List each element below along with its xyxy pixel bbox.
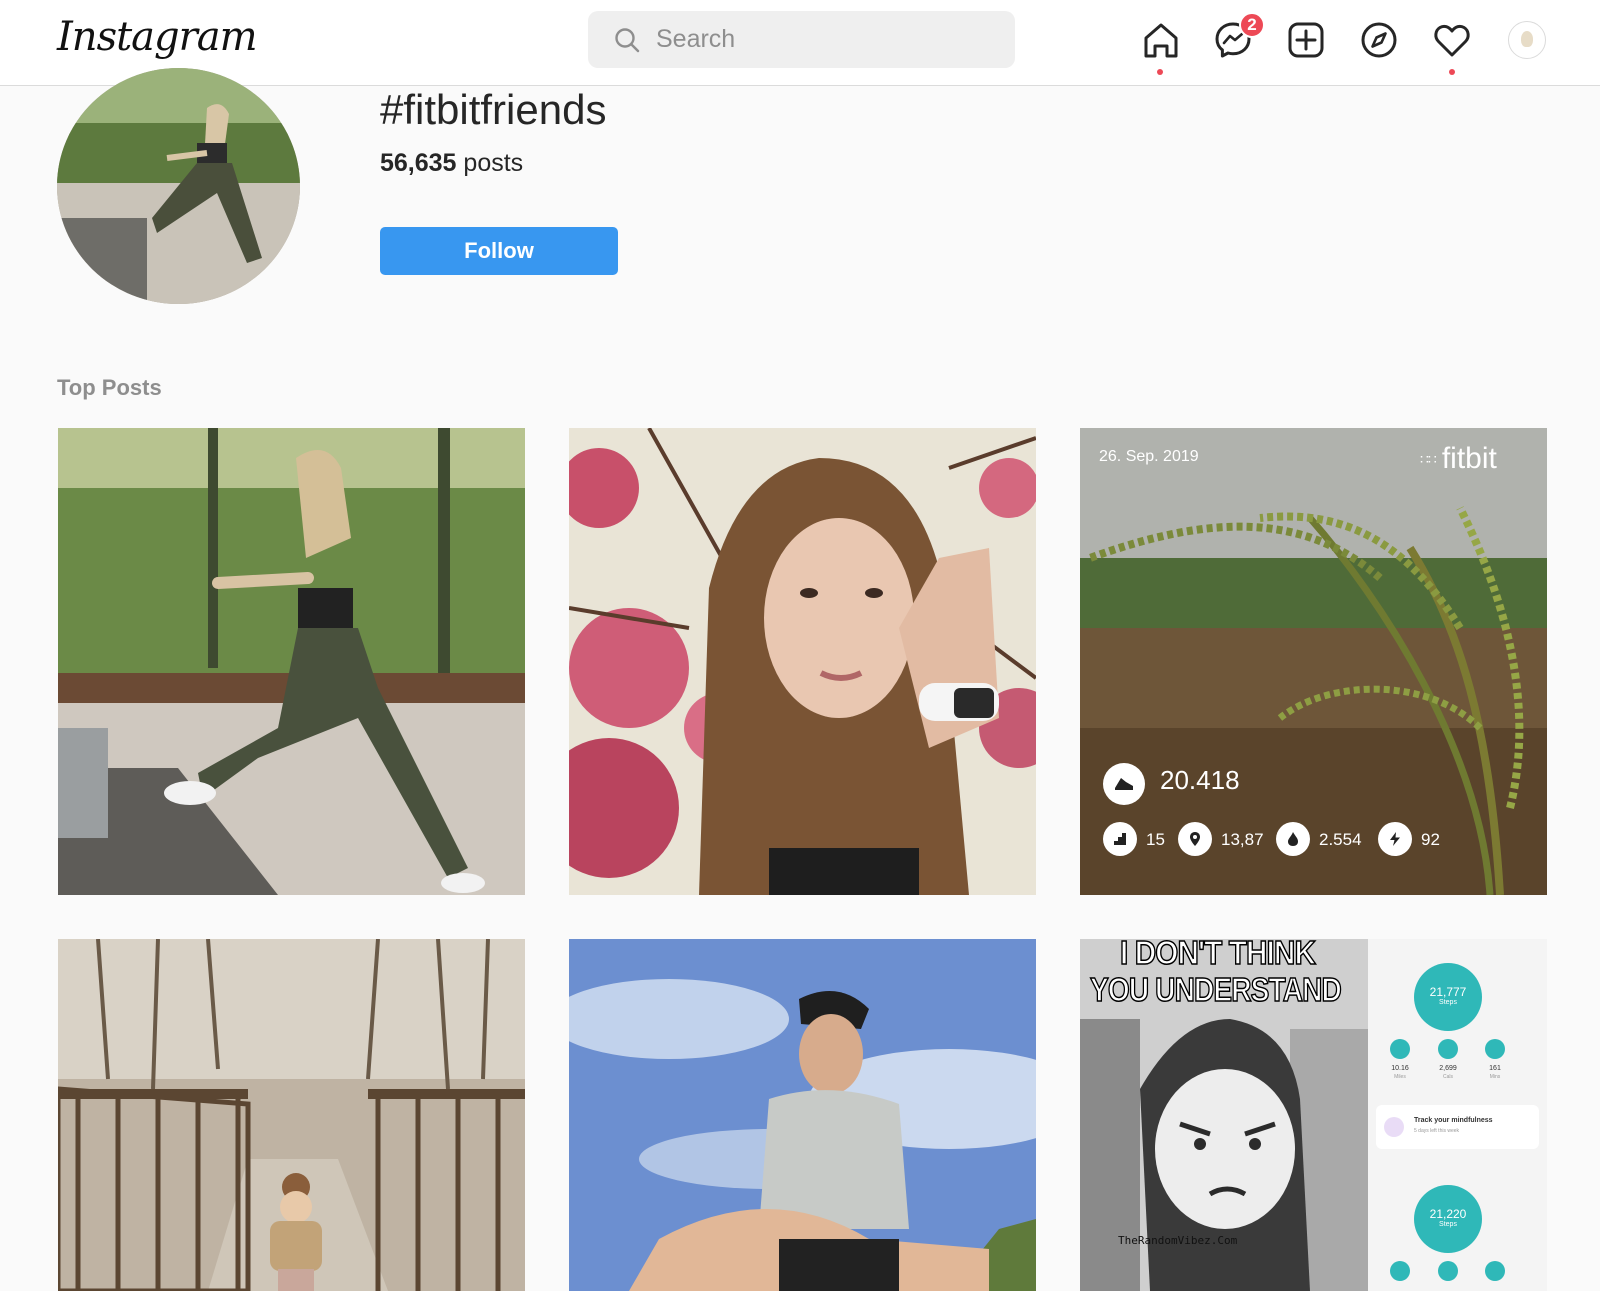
hashtag-profile-picture xyxy=(57,68,300,304)
post-tile-6-meme[interactable]: I DON'T THINK YOU UNDERSTAND TheRandomVi… xyxy=(1080,939,1547,1291)
flame-icon-bottom xyxy=(1438,1261,1458,1281)
miles-pin-icon xyxy=(1390,1039,1410,1059)
mindfulness-title: Track your mindfulness xyxy=(1414,1117,1493,1124)
post-tile-2[interactable] xyxy=(569,428,1036,895)
post-count-label: posts xyxy=(463,149,524,177)
floors-value: 15 xyxy=(1146,830,1165,849)
bolt-icon-bottom xyxy=(1485,1261,1505,1281)
search-input[interactable] xyxy=(656,25,996,54)
fitbit-app-panel: 21,777 Steps 10.16 Miles 2,699 Cals 161 Min… xyxy=(1368,939,1547,1291)
post-tile-4[interactable] xyxy=(58,939,525,1291)
mindfulness-subtitle: 5 days left this week xyxy=(1414,1128,1460,1134)
explore-icon[interactable] xyxy=(1359,20,1399,60)
search-box[interactable] xyxy=(588,11,1015,68)
calories-value: 2.554 xyxy=(1319,830,1362,849)
miles-stat: 10.16 Miles xyxy=(1386,1065,1414,1081)
cals-label: Cals xyxy=(1442,1074,1453,1080)
new-post-icon[interactable] xyxy=(1286,20,1326,60)
post-tile-5[interactable] xyxy=(569,939,1036,1291)
pin-icon-bottom xyxy=(1390,1261,1410,1281)
cals-flame-icon xyxy=(1438,1039,1458,1059)
post-count: 56,635 posts xyxy=(380,149,523,178)
messenger-badge: 2 xyxy=(1239,12,1265,38)
active-minutes-value: 92 xyxy=(1421,830,1440,849)
follow-button[interactable]: Follow xyxy=(380,227,618,275)
active-bolt-icon xyxy=(1378,822,1412,856)
mins-stat: 161 Mins xyxy=(1481,1065,1509,1081)
miles-label: Miles xyxy=(1394,1074,1406,1080)
meme-watermark: TheRandomVibez.Com xyxy=(1118,1234,1238,1247)
cals-value: 2,699 xyxy=(1439,1065,1457,1072)
mindfulness-icon xyxy=(1384,1117,1404,1137)
miles-value: 10.16 xyxy=(1391,1065,1409,1072)
activity-heart-icon[interactable] xyxy=(1432,20,1472,60)
profile-avatar[interactable] xyxy=(1508,21,1546,59)
floors-icon xyxy=(1103,822,1137,856)
meme-caption-line2: YOU UNDERSTAND xyxy=(1089,970,1342,1009)
home-notification-dot xyxy=(1157,69,1163,75)
instagram-logo[interactable]: Instagram xyxy=(57,14,258,60)
home-icon[interactable] xyxy=(1141,20,1181,60)
mins-label: Mins xyxy=(1489,1074,1501,1080)
post-tile-3-fitbit-stats[interactable]: 26. Sep. 2019 ∷∷ fitbit 20.418 15 13,87 … xyxy=(1080,428,1547,895)
steps-value: 20.418 xyxy=(1160,765,1240,795)
distance-value: 13,87 xyxy=(1221,830,1264,849)
steps-top-value: 21,777 xyxy=(1429,985,1467,999)
steps-top-label: Steps xyxy=(1439,999,1457,1006)
mins-bolt-icon xyxy=(1485,1039,1505,1059)
cals-stat: 2,699 Cals xyxy=(1434,1065,1462,1081)
steps-ring-bottom: 21,220 Steps xyxy=(1414,1185,1482,1253)
meme-caption-line1: I DON'T THINK xyxy=(1119,939,1316,972)
steps-bottom-label: Steps xyxy=(1439,1221,1457,1228)
mins-value: 161 xyxy=(1489,1065,1501,1072)
fitbit-logo: ∷∷ fitbit xyxy=(1420,442,1497,476)
calories-flame-icon xyxy=(1276,822,1310,856)
location-pin-icon xyxy=(1178,822,1212,856)
top-posts-heading: Top Posts xyxy=(57,375,162,400)
post-count-value: 56,635 xyxy=(380,149,457,177)
post-tile-1[interactable] xyxy=(58,428,525,895)
mindfulness-card: Track your mindfulness 5 days left this … xyxy=(1376,1105,1539,1149)
search-icon xyxy=(615,27,640,52)
steps-ring-top: 21,777 Steps xyxy=(1414,963,1482,1031)
fitbit-date: 26. Sep. 2019 xyxy=(1099,448,1199,465)
steps-shoe-icon xyxy=(1103,763,1145,805)
steps-bottom-value: 21,220 xyxy=(1429,1207,1467,1221)
activity-notification-dot xyxy=(1449,69,1455,75)
top-navigation-bar: Instagram 2 xyxy=(0,0,1600,86)
fitbit-brand: fitbit xyxy=(1441,442,1497,475)
fitbit-dots-icon: ∷∷ xyxy=(1420,450,1437,467)
hashtag-title: #fitbitfriends xyxy=(380,86,607,133)
